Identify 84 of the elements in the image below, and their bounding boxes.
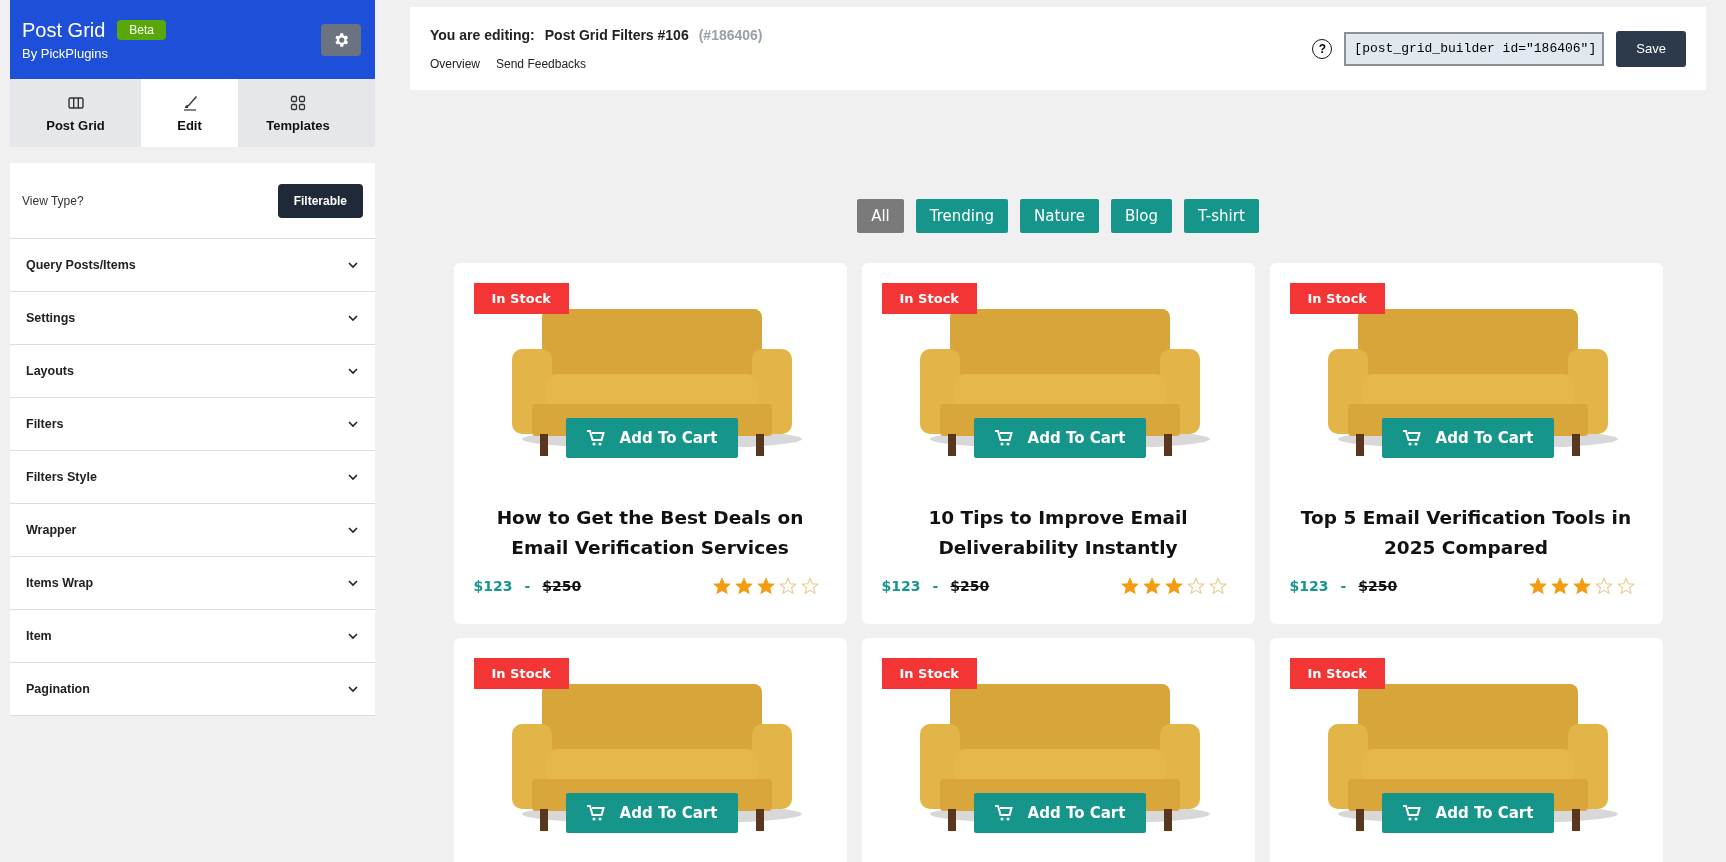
add-to-cart-button[interactable]: Add To Cart [973, 418, 1146, 458]
price-separator: - [1340, 578, 1347, 594]
filter-button[interactable]: Trending [915, 199, 1009, 233]
stock-badge: In Stock [473, 658, 569, 689]
filled-star-icon [1572, 577, 1591, 595]
old-price: $250 [950, 578, 990, 594]
add-to-cart-button[interactable]: Add To Cart [565, 418, 738, 458]
header-link[interactable]: Overview [430, 56, 480, 71]
accordion-item[interactable]: Pagination [10, 663, 375, 716]
post-title: How to Get the Best Deals on Email Verification Services [495, 506, 805, 560]
accordion-item[interactable]: Filters Style [10, 451, 375, 504]
editing-label: You are editing: [430, 26, 535, 43]
chevron-icon [347, 312, 359, 324]
add-to-cart-button[interactable]: Add To Cart [1381, 418, 1554, 458]
post-title: Post Grid Filters #106 [544, 26, 689, 43]
stock-badge: In Stock [881, 658, 977, 689]
help-button[interactable]: ? [1312, 38, 1333, 59]
view-type-button[interactable]: Filterable [277, 183, 363, 218]
post-title: 10 Tips to Improve Email Deliverability Instantly [927, 506, 1189, 560]
old-price: $250 [1358, 578, 1398, 594]
chevron-icon [347, 577, 359, 589]
accordion-item[interactable]: Query Posts/Items [10, 239, 375, 292]
price-separator: - [524, 578, 531, 594]
save-button[interactable]: Save [1616, 30, 1686, 67]
cart-icon [993, 804, 1014, 822]
filter-button[interactable]: All [857, 199, 904, 233]
filled-star-icon [1142, 577, 1161, 595]
chevron-icon [347, 418, 359, 430]
accordion-item[interactable]: Item [10, 610, 375, 663]
chevron-icon [347, 259, 359, 271]
add-to-cart-button[interactable]: Add To Cart [1381, 793, 1554, 833]
price-separator: - [932, 578, 939, 594]
empty-star-icon [1594, 577, 1613, 595]
shortcode-field[interactable]: [post_grid_builder id="186406"] [1344, 31, 1605, 66]
settings-button[interactable] [321, 23, 361, 56]
accordion-item[interactable]: Filters [10, 398, 375, 451]
stock-badge: In Stock [1289, 283, 1385, 314]
cart-icon [585, 429, 606, 447]
filter-button[interactable]: T-shirt [1184, 199, 1259, 233]
price: $123 [473, 578, 513, 594]
cart-icon [1401, 804, 1422, 822]
filled-star-icon [1164, 577, 1183, 595]
chevron-icon [347, 365, 359, 377]
empty-star-icon [1186, 577, 1205, 595]
accordion-item[interactable]: Wrapper [10, 504, 375, 557]
filled-star-icon [756, 577, 775, 595]
stock-badge: In Stock [473, 283, 569, 314]
filled-star-icon [734, 577, 753, 595]
app-subtitle: By PickPlugins [22, 45, 109, 61]
accordion-item[interactable]: Settings [10, 292, 375, 345]
price: $123 [881, 578, 921, 594]
chevron-icon [347, 524, 359, 536]
cart-icon [993, 429, 1014, 447]
accordion-item[interactable]: Layouts [10, 345, 375, 398]
filter-button[interactable]: Nature [1020, 199, 1099, 233]
empty-star-icon [1616, 577, 1635, 595]
app-title: Post Grid [22, 18, 106, 42]
chevron-icon [347, 630, 359, 642]
filled-star-icon [1528, 577, 1547, 595]
stock-badge: In Stock [881, 283, 977, 314]
stock-badge: In Stock [1289, 658, 1385, 689]
price: $123 [1289, 578, 1329, 594]
view-type-label: View Type? [22, 193, 84, 208]
empty-star-icon [1208, 577, 1227, 595]
header-link[interactable]: Send Feedbacks [496, 56, 587, 71]
filled-star-icon [1120, 577, 1139, 595]
cart-icon [585, 804, 606, 822]
add-to-cart-button[interactable]: Add To Cart [565, 793, 738, 833]
grid-icon [289, 93, 307, 112]
filled-star-icon [712, 577, 731, 595]
post-title: Top 5 Email Verification Tools in 2025 Compared [1299, 506, 1633, 560]
post-id: (#186406) [698, 26, 763, 43]
empty-star-icon [778, 577, 797, 595]
empty-star-icon [800, 577, 819, 595]
cart-icon [1401, 429, 1422, 447]
filter-button[interactable]: Blog [1110, 199, 1173, 233]
accordion-item[interactable]: Items Wrap [10, 557, 375, 610]
chevron-icon [347, 471, 359, 483]
sidebar-tab[interactable]: Edit [141, 79, 238, 147]
old-price: $250 [542, 578, 582, 594]
filled-star-icon [1550, 577, 1569, 595]
chevron-icon [347, 683, 359, 695]
add-to-cart-button[interactable]: Add To Cart [973, 793, 1146, 833]
beta-badge: Beta [117, 20, 167, 40]
